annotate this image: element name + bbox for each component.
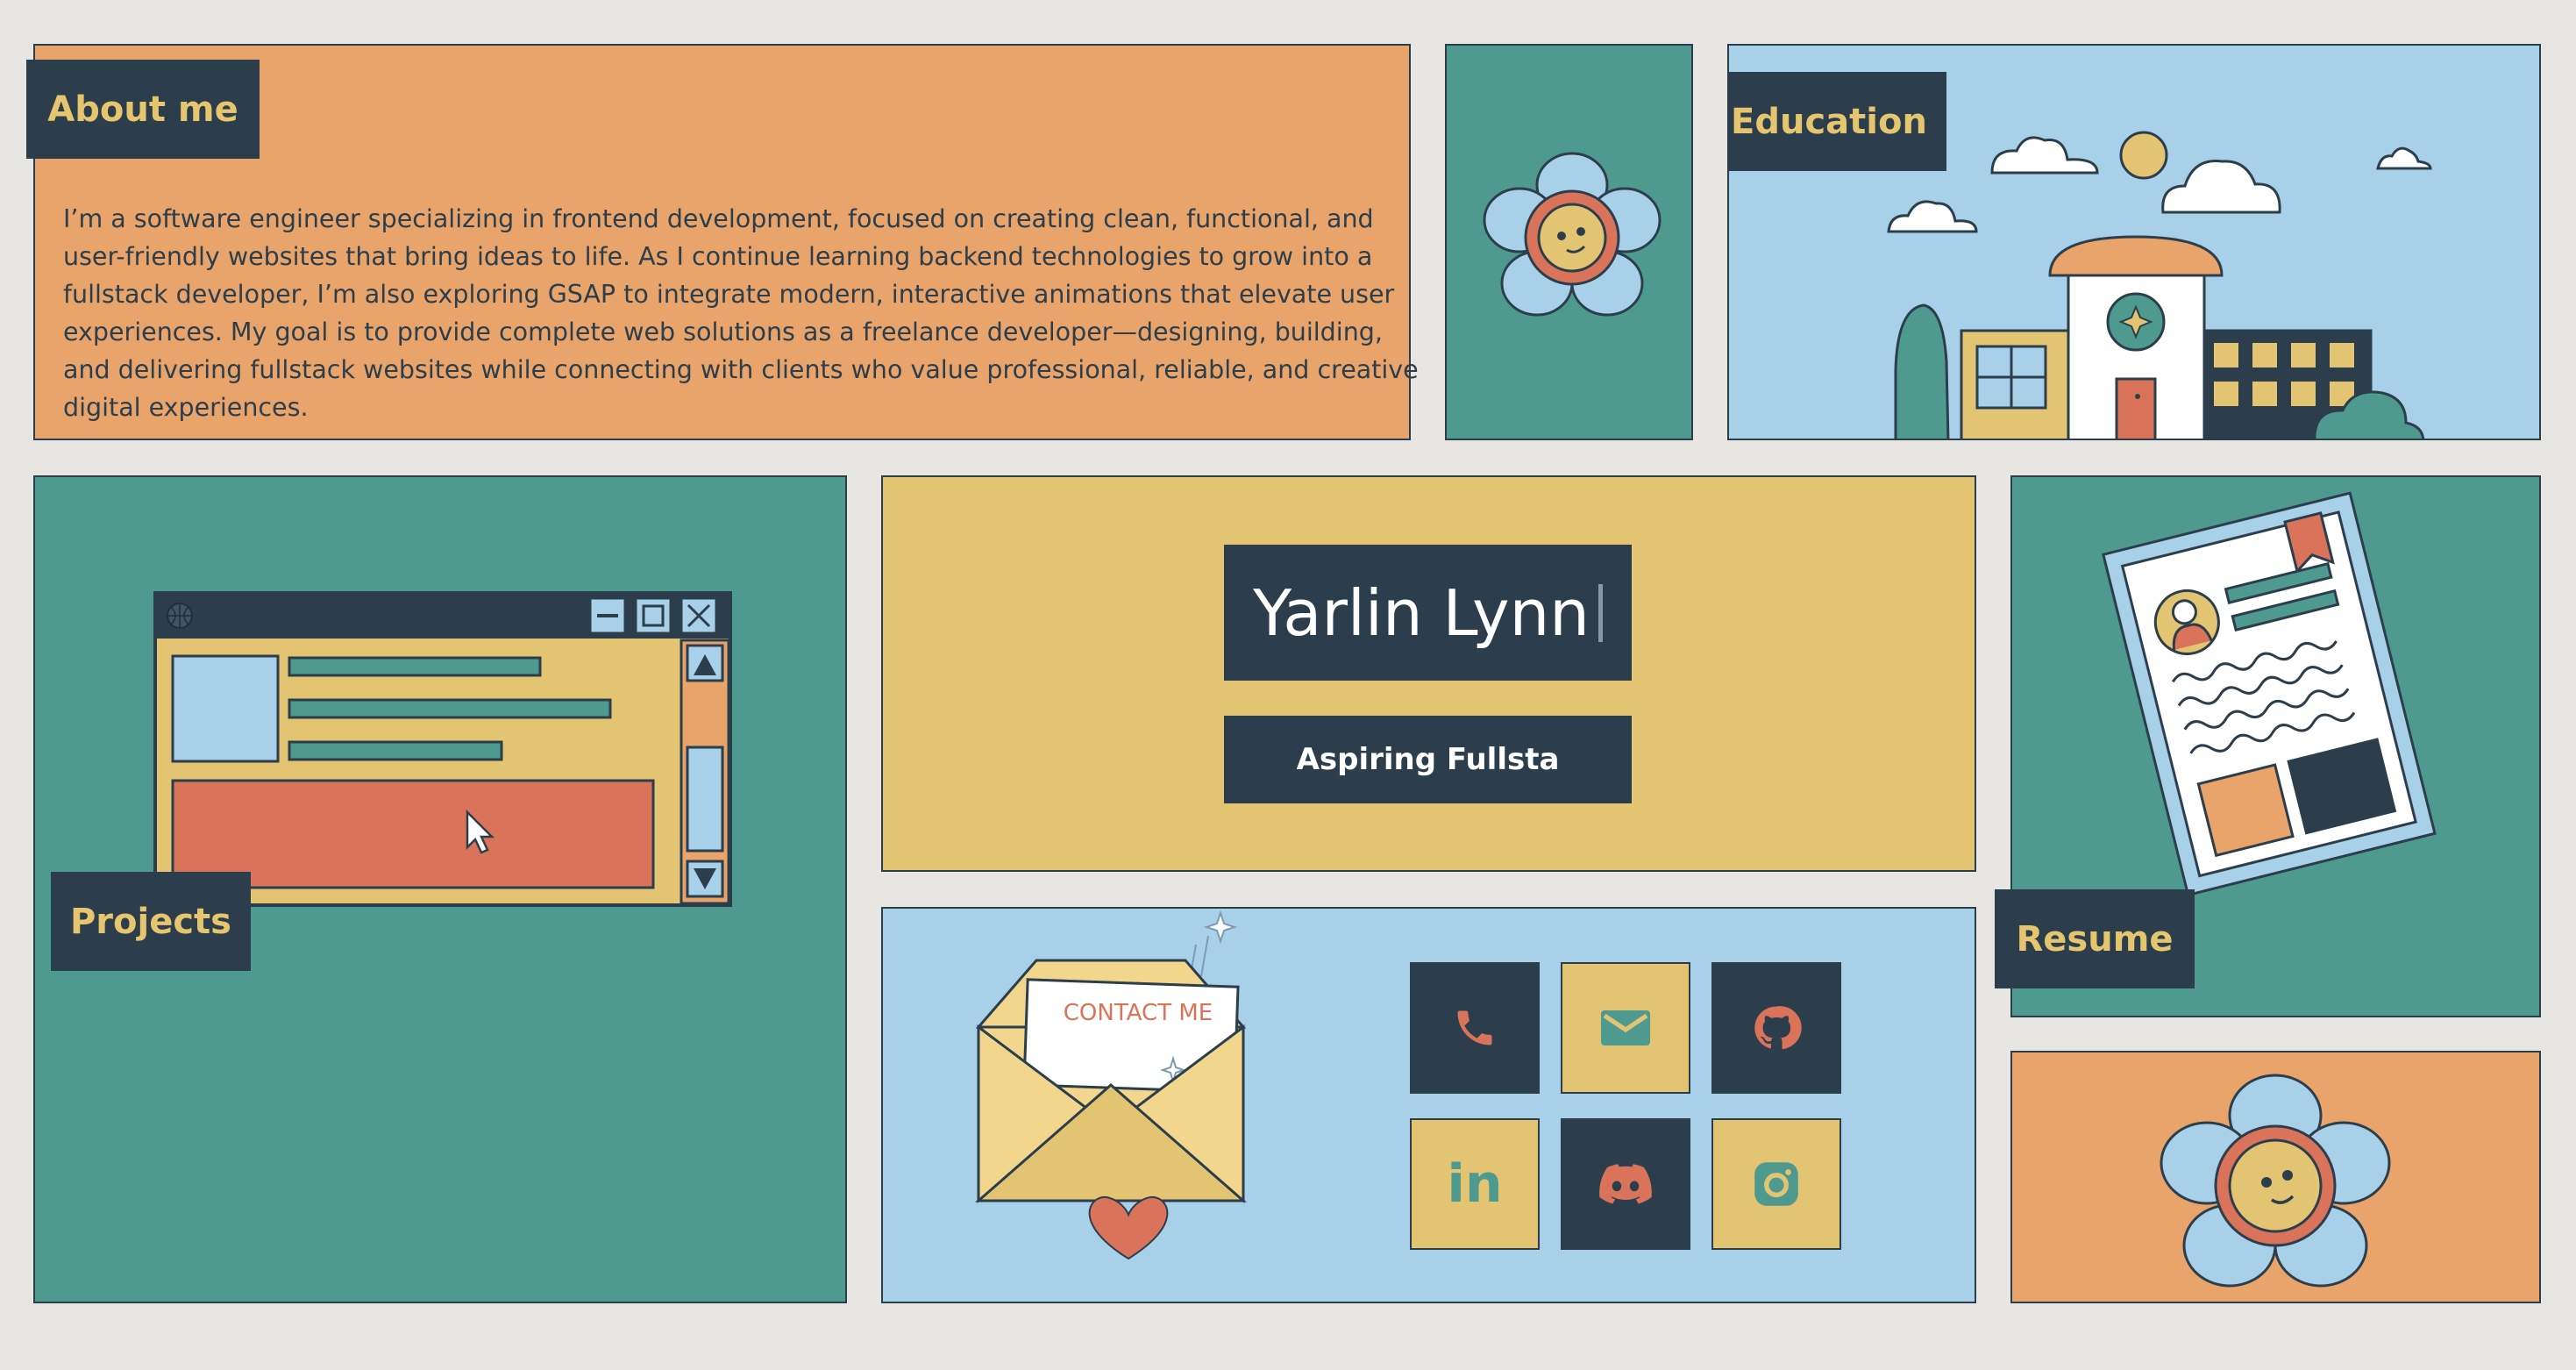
contact-panel[interactable]: CONTACT ME in xyxy=(881,907,1976,1303)
phone-icon xyxy=(1457,1010,1492,1045)
flower-panel-top xyxy=(1445,44,1693,440)
education-panel[interactable]: Education xyxy=(1727,44,2541,440)
browser-window-illustration xyxy=(153,591,732,907)
linkedin-icon: in xyxy=(1447,1153,1503,1215)
github-button[interactable] xyxy=(1711,962,1841,1094)
instagram-button[interactable] xyxy=(1711,1118,1841,1250)
about-title: About me xyxy=(26,60,260,159)
resume-title: Resume xyxy=(1995,889,2195,988)
email-button[interactable] xyxy=(1561,962,1690,1094)
education-title: Education xyxy=(1729,72,1946,171)
hero-name-box: Yarlin Lynn xyxy=(1224,545,1632,681)
flower-panel-bottom xyxy=(2010,1051,2541,1303)
phone-button[interactable] xyxy=(1410,962,1540,1094)
discord-button[interactable] xyxy=(1561,1118,1690,1250)
resume-panel[interactable]: Resume xyxy=(1995,475,2541,1017)
github-icon xyxy=(1754,1006,1802,1050)
contact-me-label: CONTACT ME xyxy=(1064,1000,1213,1026)
smiling-flower-icon xyxy=(1483,152,1662,317)
projects-panel[interactable]: Projects xyxy=(33,475,847,1303)
mail-icon xyxy=(1601,1010,1650,1045)
linkedin-button[interactable]: in xyxy=(1410,1118,1540,1250)
typing-caret xyxy=(1598,583,1603,642)
hero-subtitle: Aspiring Fullsta xyxy=(1224,716,1632,803)
instagram-icon xyxy=(1754,1162,1798,1206)
discord-icon xyxy=(1599,1164,1652,1204)
hero-name: Yarlin Lynn xyxy=(1253,575,1590,650)
smiling-flower-icon xyxy=(2160,1074,2391,1288)
envelope-illustration[interactable]: CONTACT ME xyxy=(975,910,1282,1269)
about-body: I’m a software engineer specializing in … xyxy=(63,204,1419,422)
about-panel[interactable]: About me I’m a software engineer special… xyxy=(26,44,1419,440)
projects-title: Projects xyxy=(51,872,251,971)
resume-document-illustration xyxy=(2102,491,2437,897)
